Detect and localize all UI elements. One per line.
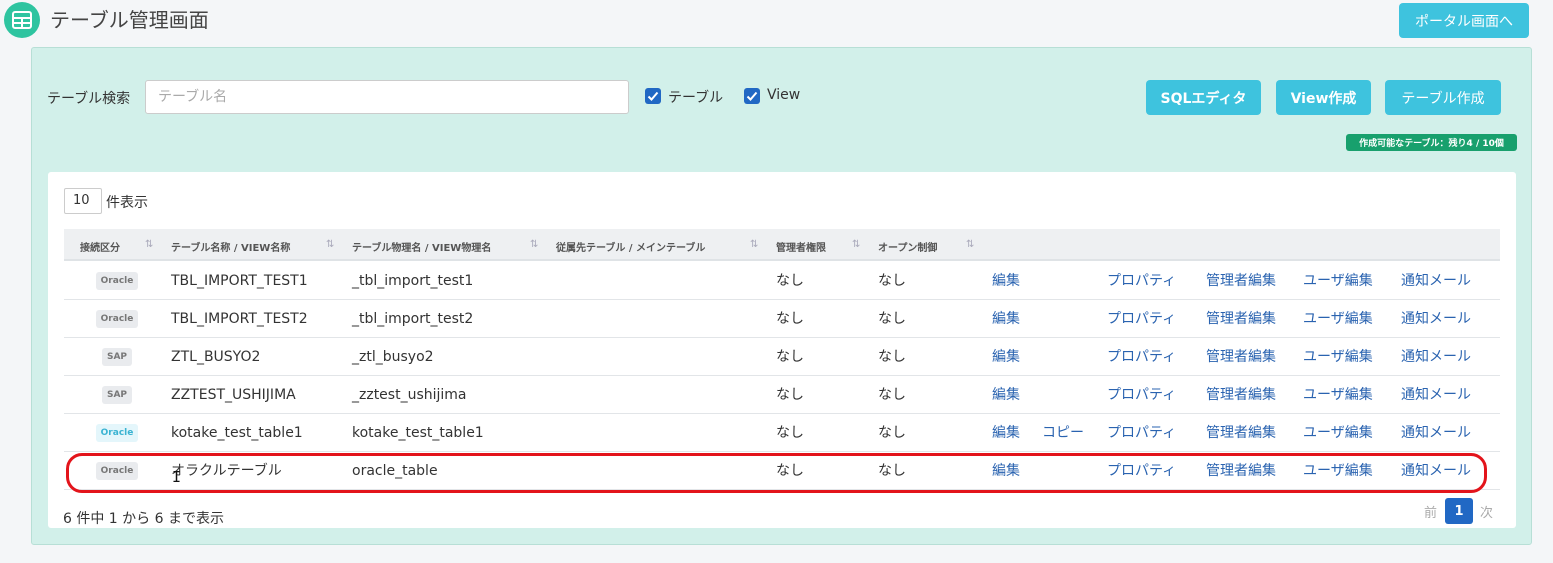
admin-permission-cell: なし (776, 273, 804, 289)
physical-name-cell: _ztl_busyo2 (352, 349, 434, 365)
table-grid-icon (4, 2, 40, 38)
col-parent-table[interactable]: 従属先テーブル / メインテーブル (556, 239, 705, 254)
open-control-cell: なし (878, 425, 906, 441)
table-info: 6 件中 1 から 6 まで表示 (63, 511, 224, 527)
col-connection[interactable]: 接続区分 (80, 239, 120, 254)
check-icon (647, 91, 659, 101)
admin-permission-cell: なし (776, 425, 804, 441)
table-filter-checkbox[interactable] (645, 88, 661, 104)
notify-mail-link[interactable]: 通知メール (1401, 423, 1471, 443)
edit-link[interactable]: 編集 (992, 423, 1020, 443)
sort-arrows-icon[interactable]: ⇅ (750, 239, 758, 250)
edit-link[interactable]: 編集 (992, 271, 1020, 291)
user-edit-link[interactable]: ユーザ編集 (1303, 423, 1373, 443)
page-title: テーブル管理画面 (50, 8, 209, 32)
table-name-cell: kotake_test_table1 (171, 425, 303, 441)
table-filter-label: テーブル (668, 90, 724, 106)
quota-badge: 作成可能なテーブル：残り4 / 10個 (1346, 134, 1517, 151)
properties-link[interactable]: プロパティ (1107, 309, 1176, 329)
properties-link[interactable]: プロパティ (1107, 347, 1176, 367)
search-input[interactable]: テーブル名 (145, 80, 629, 114)
edit-link[interactable]: 編集 (992, 385, 1020, 405)
portal-button[interactable]: ポータル画面へ (1399, 3, 1529, 38)
copy-link[interactable]: コピー (1042, 423, 1084, 443)
table-name-cell: ZZTEST_USHIJIMA (171, 387, 296, 403)
user-edit-link[interactable]: ユーザ編集 (1303, 271, 1373, 291)
properties-link[interactable]: プロパティ (1107, 271, 1176, 291)
view-filter-checkbox[interactable] (744, 88, 760, 104)
user-edit-link[interactable]: ユーザ編集 (1303, 309, 1373, 329)
physical-name-cell: kotake_test_table1 (352, 425, 484, 441)
table-name-cell: TBL_IMPORT_TEST2 (171, 311, 308, 327)
admin-edit-link[interactable]: 管理者編集 (1206, 309, 1276, 329)
admin-permission-cell: なし (776, 387, 804, 403)
sort-arrows-icon[interactable]: ⇅ (326, 239, 334, 250)
create-view-button[interactable]: View作成 (1276, 80, 1371, 115)
connection-badge: SAP (102, 386, 132, 404)
open-control-cell: なし (878, 349, 906, 365)
view-filter-label: View (767, 87, 801, 103)
admin-permission-cell: なし (776, 349, 804, 365)
col-table-name[interactable]: テーブル名称 / VIEW名称 (171, 239, 290, 254)
table-name-cell: TBL_IMPORT_TEST1 (171, 273, 308, 289)
connection-badge: SAP (102, 348, 132, 366)
admin-edit-link[interactable]: 管理者編集 (1206, 271, 1276, 291)
properties-link[interactable]: プロパティ (1107, 385, 1176, 405)
admin-edit-link[interactable]: 管理者編集 (1206, 423, 1276, 443)
admin-permission-cell: なし (776, 311, 804, 327)
table-name-cell: ZTL_BUSYO2 (171, 349, 261, 365)
edit-link[interactable]: 編集 (992, 309, 1020, 329)
page-length-label: 件表示 (106, 195, 148, 211)
col-admin-permission[interactable]: 管理者権限 (776, 239, 826, 254)
check-icon (746, 91, 758, 101)
sql-editor-button[interactable]: SQLエディタ (1146, 80, 1261, 115)
physical-name-cell: _tbl_import_test2 (352, 311, 474, 327)
notify-mail-link[interactable]: 通知メール (1401, 271, 1471, 291)
admin-edit-link[interactable]: 管理者編集 (1206, 347, 1276, 367)
pagination-next[interactable]: 次 (1480, 502, 1493, 521)
highlight-annotation (66, 453, 1487, 493)
physical-name-cell: _zztest_ushijima (352, 387, 467, 403)
col-open-control[interactable]: オープン制御 (878, 239, 937, 254)
sort-arrows-icon[interactable]: ⇅ (852, 239, 860, 250)
top-bar: テーブル管理画面 (0, 0, 1553, 42)
notify-mail-link[interactable]: 通知メール (1401, 347, 1471, 367)
connection-badge: Oracle (96, 424, 138, 442)
edit-link[interactable]: 編集 (992, 347, 1020, 367)
open-control-cell: なし (878, 311, 906, 327)
text-cursor-icon: I (172, 468, 182, 486)
pagination-prev[interactable]: 前 (1424, 502, 1437, 521)
open-control-cell: なし (878, 273, 906, 289)
pagination-current[interactable]: 1 (1445, 498, 1473, 524)
col-physical-name[interactable]: テーブル物理名 / VIEW物理名 (352, 239, 491, 254)
page-length-select[interactable]: 10 (64, 188, 102, 214)
create-table-button[interactable]: テーブル作成 (1385, 80, 1501, 115)
user-edit-link[interactable]: ユーザ編集 (1303, 347, 1373, 367)
search-label: テーブル検索 (47, 91, 131, 107)
notify-mail-link[interactable]: 通知メール (1401, 385, 1471, 405)
physical-name-cell: _tbl_import_test1 (352, 273, 474, 289)
admin-edit-link[interactable]: 管理者編集 (1206, 385, 1276, 405)
user-edit-link[interactable]: ユーザ編集 (1303, 385, 1373, 405)
open-control-cell: なし (878, 387, 906, 403)
notify-mail-link[interactable]: 通知メール (1401, 309, 1471, 329)
sort-arrows-icon[interactable]: ⇅ (145, 239, 153, 250)
connection-badge: Oracle (96, 310, 138, 328)
properties-link[interactable]: プロパティ (1107, 423, 1176, 443)
sort-arrows-icon[interactable]: ⇅ (530, 239, 538, 250)
connection-badge: Oracle (96, 272, 138, 290)
sort-arrows-icon[interactable]: ⇅ (966, 239, 974, 250)
